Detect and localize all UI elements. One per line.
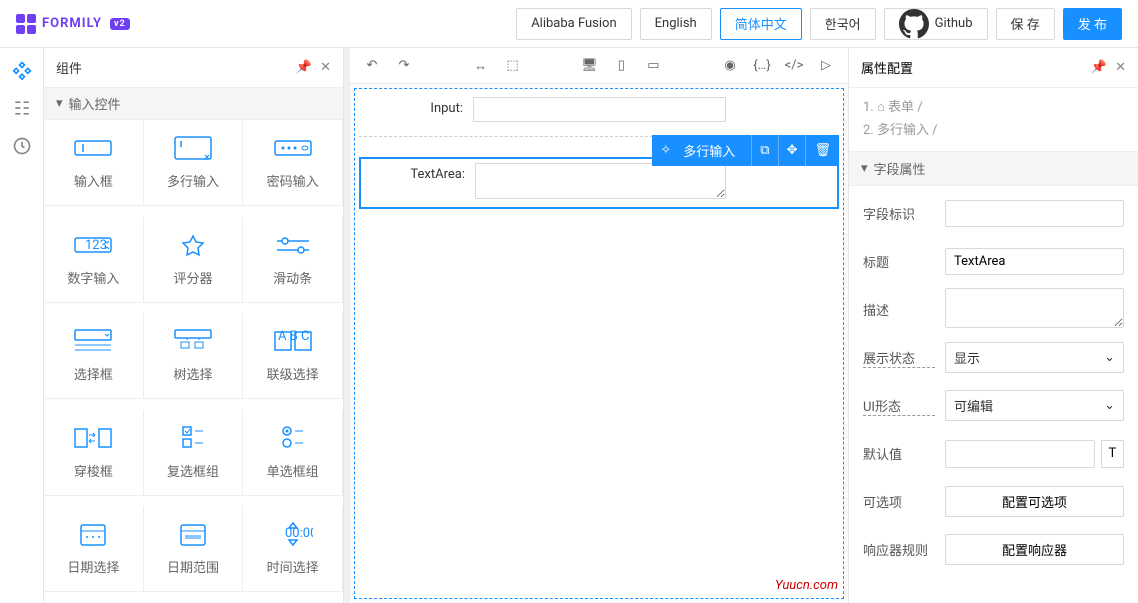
input-field-id[interactable] xyxy=(945,200,1124,227)
undo-icon[interactable]: ↶ xyxy=(358,53,386,79)
redo-icon[interactable]: ↷ xyxy=(390,53,418,79)
widget-move-icon[interactable]: ✥ xyxy=(779,135,807,166)
comp-checkbox[interactable]: 复选框组 xyxy=(144,410,244,496)
svg-text:A B C: A B C xyxy=(278,329,310,344)
textarea-label: TextArea: xyxy=(361,159,471,207)
components-icon[interactable] xyxy=(12,60,32,80)
input-field[interactable] xyxy=(473,97,726,122)
canvas: ↶ ↷ ↔ ⬚ 🖥 ▯ ▭ ◉ {…} </> ▷ xyxy=(350,48,848,603)
chevron-down-icon: ▾ xyxy=(56,96,63,111)
input-desc[interactable] xyxy=(945,288,1124,328)
json-icon[interactable]: {…} xyxy=(748,53,776,79)
github-icon xyxy=(899,9,929,39)
widget-delete-icon[interactable]: 🗑 xyxy=(806,135,839,166)
brand-text: FORMILY xyxy=(42,16,102,31)
input-title[interactable] xyxy=(945,248,1124,275)
desktop-icon[interactable]: 🖥 xyxy=(575,53,603,79)
selection-icon[interactable]: ⬚ xyxy=(499,53,527,79)
chevron-down-icon: ▾ xyxy=(861,161,868,176)
comp-daterange[interactable]: 日期范围 xyxy=(144,506,244,592)
publish-button[interactable]: 发 布 xyxy=(1063,8,1122,40)
properties-header: 属性配置 📌 ✕ xyxy=(849,48,1138,88)
comp-rate[interactable]: 评分器 xyxy=(144,217,244,303)
comp-radio[interactable]: 单选框组 xyxy=(243,410,343,496)
side-rail xyxy=(0,48,44,603)
outline-icon[interactable] xyxy=(12,98,32,118)
save-button[interactable]: 保 存 xyxy=(996,8,1055,40)
comp-textarea[interactable]: 多行输入 xyxy=(144,120,244,206)
close-icon[interactable]: ✕ xyxy=(1115,60,1126,75)
label-enum: 可选项 xyxy=(863,492,935,511)
comp-select[interactable]: 选择框 xyxy=(44,313,144,399)
input-widget[interactable]: Input: xyxy=(359,93,839,137)
comp-input[interactable]: 输入框 xyxy=(44,120,144,206)
pin-icon[interactable]: 📌 xyxy=(1091,60,1107,75)
comp-password[interactable]: 密码输入 xyxy=(243,120,343,206)
select-display[interactable]: 显示⌄ xyxy=(945,342,1124,373)
comp-cascader[interactable]: A B C联级选择 xyxy=(243,313,343,399)
crumb-form[interactable]: 1. ⌂ 表单 / xyxy=(863,100,923,115)
app-header: FORMILY v2 Alibaba Fusion English 简体中文 한… xyxy=(0,0,1138,48)
label-desc: 描述 xyxy=(863,300,935,319)
label-title: 标题 xyxy=(863,252,935,271)
comp-slider[interactable]: 滑动条 xyxy=(243,217,343,303)
input-default[interactable] xyxy=(945,440,1095,468)
properties-panel: 属性配置 📌 ✕ 1. ⌂ 表单 / 2. 多行输入 / ▾ 字段属性 字段标识… xyxy=(848,48,1138,603)
components-grid: 输入框 多行输入 密码输入 123数字输入 评分器 滑动条 选择框 树选择 A … xyxy=(44,120,343,603)
comp-transfer[interactable]: 穿梭框 xyxy=(44,410,144,496)
input-label: Input: xyxy=(359,93,469,136)
svg-text:123: 123 xyxy=(85,238,107,253)
config-reactions-button[interactable]: 配置响应器 xyxy=(945,534,1124,565)
widget-copy-icon[interactable]: ⧉ xyxy=(752,135,778,166)
tablet-icon[interactable]: ▯ xyxy=(607,53,635,79)
play-icon[interactable]: ▷ xyxy=(812,53,840,79)
pin-icon[interactable]: 📌 xyxy=(296,60,312,75)
textarea-widget[interactable]: ✧ 多行输入 ⧉ ✥ 🗑 TextArea: xyxy=(359,157,839,209)
comp-time[interactable]: 00:00时间选择 xyxy=(243,506,343,592)
view-icon[interactable]: ◉ xyxy=(716,53,744,79)
cursor-icon[interactable]: ↔ xyxy=(467,53,495,79)
config-enum-button[interactable]: 配置可选项 xyxy=(945,486,1124,517)
lang-english-button[interactable]: English xyxy=(640,8,712,40)
breadcrumb: 1. ⌂ 表单 / 2. 多行输入 / xyxy=(849,88,1138,151)
history-icon[interactable] xyxy=(12,136,32,156)
fusion-button[interactable]: Alibaba Fusion xyxy=(516,8,631,40)
widget-name-tag[interactable]: ✧ 多行输入 xyxy=(652,135,752,166)
svg-text:00:00: 00:00 xyxy=(285,526,313,541)
components-panel: 组件 📌 ✕ ▾ 输入控件 输入框 多行输入 密码输入 123数字输入 评分器 … xyxy=(44,48,344,603)
properties-body: 字段标识 标题 描述 展示状态显示⌄ UI形态可编辑⌄ 默认值 T 可选项配置可选… xyxy=(849,186,1138,603)
mobile-icon[interactable]: ▭ xyxy=(639,53,667,79)
comp-number[interactable]: 123数字输入 xyxy=(44,217,144,303)
logo: FORMILY v2 xyxy=(16,14,130,34)
section-field-props[interactable]: ▾ 字段属性 xyxy=(849,151,1138,186)
component-group[interactable]: ▾ 输入控件 xyxy=(44,88,343,120)
close-icon[interactable]: ✕ xyxy=(320,60,331,75)
lang-zh-button[interactable]: 简体中文 xyxy=(720,8,802,40)
label-field-id: 字段标识 xyxy=(863,204,935,223)
label-pattern: UI形态 xyxy=(863,396,935,416)
crumb-field[interactable]: 2. 多行输入 / xyxy=(863,123,938,138)
type-icon[interactable]: T xyxy=(1101,440,1124,468)
main-area: 组件 📌 ✕ ▾ 输入控件 输入框 多行输入 密码输入 123数字输入 评分器 … xyxy=(0,48,1138,603)
label-display: 展示状态 xyxy=(863,348,935,368)
code-icon[interactable]: </> xyxy=(780,53,808,79)
textarea-field[interactable] xyxy=(475,163,726,199)
comp-tree-select[interactable]: 树选择 xyxy=(144,313,244,399)
chevron-down-icon: ⌄ xyxy=(1104,398,1115,413)
github-button[interactable]: Github xyxy=(884,8,988,40)
components-header: 组件 📌 ✕ xyxy=(44,48,343,88)
watermark: Yuucn.com xyxy=(775,578,838,593)
form-canvas[interactable]: Input: ✧ 多行输入 ⧉ ✥ 🗑 TextArea: xyxy=(354,88,844,599)
brand-badge: v2 xyxy=(110,18,130,30)
widget-toolbar: ✧ 多行输入 ⧉ ✥ 🗑 xyxy=(652,135,839,166)
chevron-down-icon: ⌄ xyxy=(1104,350,1115,365)
canvas-toolbar: ↶ ↷ ↔ ⬚ 🖥 ▯ ▭ ◉ {…} </> ▷ xyxy=(350,48,848,84)
label-default: 默认值 xyxy=(863,444,935,463)
select-pattern[interactable]: 可编辑⌄ xyxy=(945,390,1124,421)
comp-date[interactable]: 日期选择 xyxy=(44,506,144,592)
label-reactions: 响应器规则 xyxy=(863,540,935,559)
lang-ko-button[interactable]: 한국어 xyxy=(810,8,876,40)
